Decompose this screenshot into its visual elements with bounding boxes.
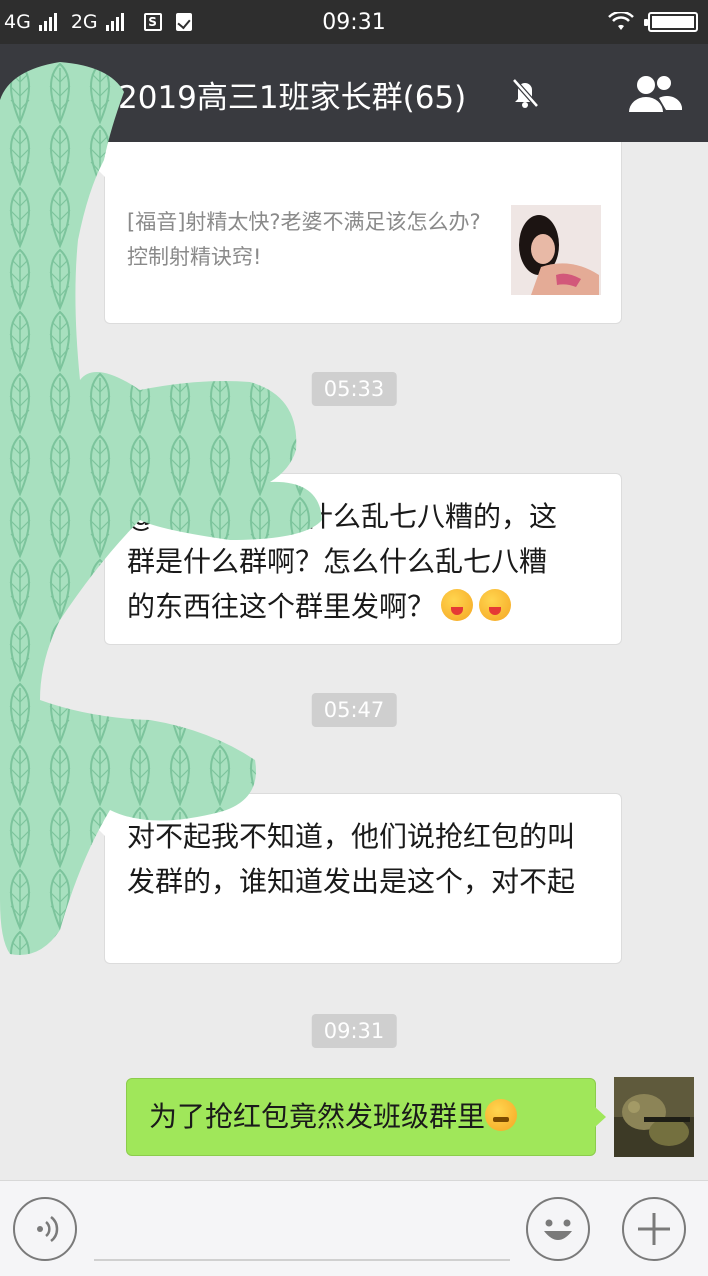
link-card-message[interactable]: [福音]射精太快?老婆不满足该怎么办?控制射精诀窍!: [95, 142, 622, 324]
wifi-icon: [608, 12, 634, 30]
back-arrow-icon[interactable]: [20, 72, 60, 112]
timestamp: 09:31: [311, 1014, 397, 1048]
tongue-out-emoji-icon: [441, 589, 474, 621]
smirk-emoji-icon: [485, 1099, 518, 1131]
message-list[interactable]: [福音]射精太快?老婆不满足该怎么办?控制射精诀窍! 05:33 @ 什么乱七八糟…: [0, 142, 708, 1180]
received-message[interactable]: @ 什么乱七八糟的，这 群是什么群啊？怎么什么乱七八糟 的东西往这个群里发啊？: [95, 473, 622, 645]
voice-button[interactable]: [13, 1197, 77, 1261]
sent-message[interactable]: 为了抢红包竟然发班级群里: [126, 1078, 606, 1156]
message-text: 对不起我不知道，他们说抢红包的叫发群的，谁知道发出是这个，对不起: [127, 820, 576, 898]
message-input[interactable]: [94, 1201, 510, 1261]
more-button[interactable]: [622, 1197, 686, 1261]
link-card-thumbnail: [511, 205, 601, 295]
message-text: 的东西往这个群里发啊？: [127, 590, 436, 623]
link-card-description: [福音]射精太快?老婆不满足该怎么办?控制射精诀窍!: [127, 210, 481, 269]
emoji-icon: [544, 1219, 572, 1240]
timestamp: 05:33: [311, 372, 397, 406]
group-members-icon[interactable]: [626, 72, 684, 114]
input-bar: [0, 1180, 708, 1276]
mention-prefix: @: [127, 500, 155, 533]
tongue-out-emoji-icon: [479, 589, 512, 621]
message-text: 群是什么群啊？怎么什么乱七八糟: [127, 545, 548, 578]
voice-icon: [37, 1216, 59, 1242]
chat-header: 2019高三1班家长群(65): [0, 44, 708, 142]
status-bar: 4G 2G S 09:31: [0, 0, 708, 44]
message-text: 为了抢红包竟然发班级群里: [149, 1100, 486, 1133]
status-time: 09:31: [322, 9, 386, 35]
received-message[interactable]: 对不起我不知道，他们说抢红包的叫发群的，谁知道发出是这个，对不起: [95, 793, 622, 964]
message-text: 什么乱七八糟的，这: [305, 500, 558, 533]
timestamp: 05:47: [311, 693, 397, 727]
status-right: [608, 0, 698, 44]
chat-title: 2019高三1班家长群(65): [118, 80, 467, 116]
bell-off-icon: [512, 78, 539, 108]
my-avatar[interactable]: [614, 1077, 694, 1157]
plus-icon: [638, 1213, 670, 1245]
battery-icon: [644, 12, 698, 32]
emoji-button[interactable]: [526, 1197, 590, 1261]
